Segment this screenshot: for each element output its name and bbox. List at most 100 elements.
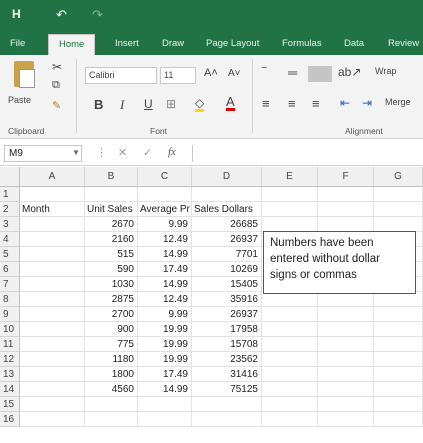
decrease-indent-icon[interactable]: ⇤ <box>340 96 350 110</box>
cell-f13[interactable] <box>318 367 374 382</box>
cell-d4[interactable]: 26937 <box>192 232 262 247</box>
cell-c1[interactable] <box>138 187 192 202</box>
cell-f8[interactable] <box>318 292 374 307</box>
cell-e9[interactable] <box>262 307 318 322</box>
cell-g12[interactable] <box>374 352 423 367</box>
cell-g16[interactable] <box>374 412 423 427</box>
cell-g9[interactable] <box>374 307 423 322</box>
cell-f11[interactable] <box>318 337 374 352</box>
cell-d2[interactable]: Sales Dollars <box>192 202 262 217</box>
paste-button-label[interactable]: Paste <box>8 95 31 105</box>
chevron-down-icon[interactable]: ▼ <box>72 148 80 157</box>
align-top-icon[interactable]: ‾ <box>262 65 266 80</box>
cell-e1[interactable] <box>262 187 318 202</box>
cell-b13[interactable]: 1800 <box>85 367 138 382</box>
cell-c7[interactable]: 14.99 <box>138 277 192 292</box>
cell-e12[interactable] <box>262 352 318 367</box>
row-header[interactable]: 8 <box>0 292 20 307</box>
row-header[interactable]: 16 <box>0 412 20 427</box>
cell-d13[interactable]: 31416 <box>192 367 262 382</box>
merge-center-button[interactable]: Merge <box>385 97 411 107</box>
cell-c15[interactable] <box>138 397 192 412</box>
row-header[interactable]: 4 <box>0 232 20 247</box>
cell-a16[interactable] <box>20 412 85 427</box>
column-header-d[interactable]: D <box>192 167 262 187</box>
cell-e14[interactable] <box>262 382 318 397</box>
cell-b8[interactable]: 2875 <box>85 292 138 307</box>
cell-f16[interactable] <box>318 412 374 427</box>
cell-f14[interactable] <box>318 382 374 397</box>
cell-c5[interactable]: 14.99 <box>138 247 192 262</box>
cell-a9[interactable] <box>20 307 85 322</box>
bold-button[interactable]: B <box>94 97 103 112</box>
increase-font-icon[interactable]: A˄ <box>204 67 218 79</box>
cell-f10[interactable] <box>318 322 374 337</box>
cell-d5[interactable]: 7701 <box>192 247 262 262</box>
underline-button[interactable]: U <box>144 97 153 111</box>
row-header[interactable]: 15 <box>0 397 20 412</box>
cell-b3[interactable]: 2670 <box>85 217 138 232</box>
cell-c13[interactable]: 17.49 <box>138 367 192 382</box>
cell-f3[interactable] <box>318 217 374 232</box>
row-header[interactable]: 12 <box>0 352 20 367</box>
cell-a6[interactable] <box>20 262 85 277</box>
cell-d7[interactable]: 15405 <box>192 277 262 292</box>
cell-b12[interactable]: 1180 <box>85 352 138 367</box>
column-header-a[interactable]: A <box>20 167 85 187</box>
cell-b2[interactable]: Unit Sales <box>85 202 138 217</box>
cell-c4[interactable]: 12.49 <box>138 232 192 247</box>
cell-a10[interactable] <box>20 322 85 337</box>
cell-f2[interactable] <box>318 202 374 217</box>
cell-c6[interactable]: 17.49 <box>138 262 192 277</box>
cell-c3[interactable]: 9.99 <box>138 217 192 232</box>
font-name-select[interactable]: Calibri <box>85 67 157 84</box>
italic-button[interactable]: I <box>120 97 124 113</box>
cell-d15[interactable] <box>192 397 262 412</box>
cell-c2[interactable]: Average Pr <box>138 202 192 217</box>
cell-f12[interactable] <box>318 352 374 367</box>
cell-d12[interactable]: 23562 <box>192 352 262 367</box>
cell-d16[interactable] <box>192 412 262 427</box>
tab-file[interactable]: File <box>10 38 25 49</box>
cell-d1[interactable] <box>192 187 262 202</box>
cell-b10[interactable]: 900 <box>85 322 138 337</box>
decrease-font-icon[interactable]: A˅ <box>228 68 241 79</box>
align-middle-icon[interactable]: ═ <box>288 65 297 80</box>
cell-f9[interactable] <box>318 307 374 322</box>
font-size-select[interactable]: 11 <box>160 67 196 84</box>
wrap-text-button[interactable]: Wrap <box>375 66 396 76</box>
formula-input[interactable] <box>192 145 420 162</box>
increase-indent-icon[interactable]: ⇥ <box>362 96 372 110</box>
cell-c9[interactable]: 9.99 <box>138 307 192 322</box>
cell-c14[interactable]: 14.99 <box>138 382 192 397</box>
cell-b15[interactable] <box>85 397 138 412</box>
cell-b5[interactable]: 515 <box>85 247 138 262</box>
cell-d11[interactable]: 15708 <box>192 337 262 352</box>
copy-icon[interactable]: ⧉ <box>52 79 60 92</box>
cell-b16[interactable] <box>85 412 138 427</box>
cell-g8[interactable] <box>374 292 423 307</box>
cell-e16[interactable] <box>262 412 318 427</box>
cell-c11[interactable]: 19.99 <box>138 337 192 352</box>
cell-f1[interactable] <box>318 187 374 202</box>
cell-e10[interactable] <box>262 322 318 337</box>
column-header-c[interactable]: C <box>138 167 192 187</box>
cut-icon[interactable]: ✂ <box>52 60 62 74</box>
align-bottom-icon[interactable] <box>308 66 332 82</box>
cell-c12[interactable]: 19.99 <box>138 352 192 367</box>
cell-f15[interactable] <box>318 397 374 412</box>
fill-color-icon[interactable]: ◇ <box>195 97 205 112</box>
cell-e11[interactable] <box>262 337 318 352</box>
cell-g11[interactable] <box>374 337 423 352</box>
tab-formulas[interactable]: Formulas <box>282 38 322 49</box>
row-header[interactable]: 9 <box>0 307 20 322</box>
cell-a11[interactable] <box>20 337 85 352</box>
cell-g13[interactable] <box>374 367 423 382</box>
cell-a8[interactable] <box>20 292 85 307</box>
row-header[interactable]: 7 <box>0 277 20 292</box>
cell-a15[interactable] <box>20 397 85 412</box>
column-header-e[interactable]: E <box>262 167 318 187</box>
cancel-icon[interactable]: ✕ <box>118 146 127 159</box>
cell-a4[interactable] <box>20 232 85 247</box>
format-painter-icon[interactable]: ✎ <box>52 99 61 112</box>
